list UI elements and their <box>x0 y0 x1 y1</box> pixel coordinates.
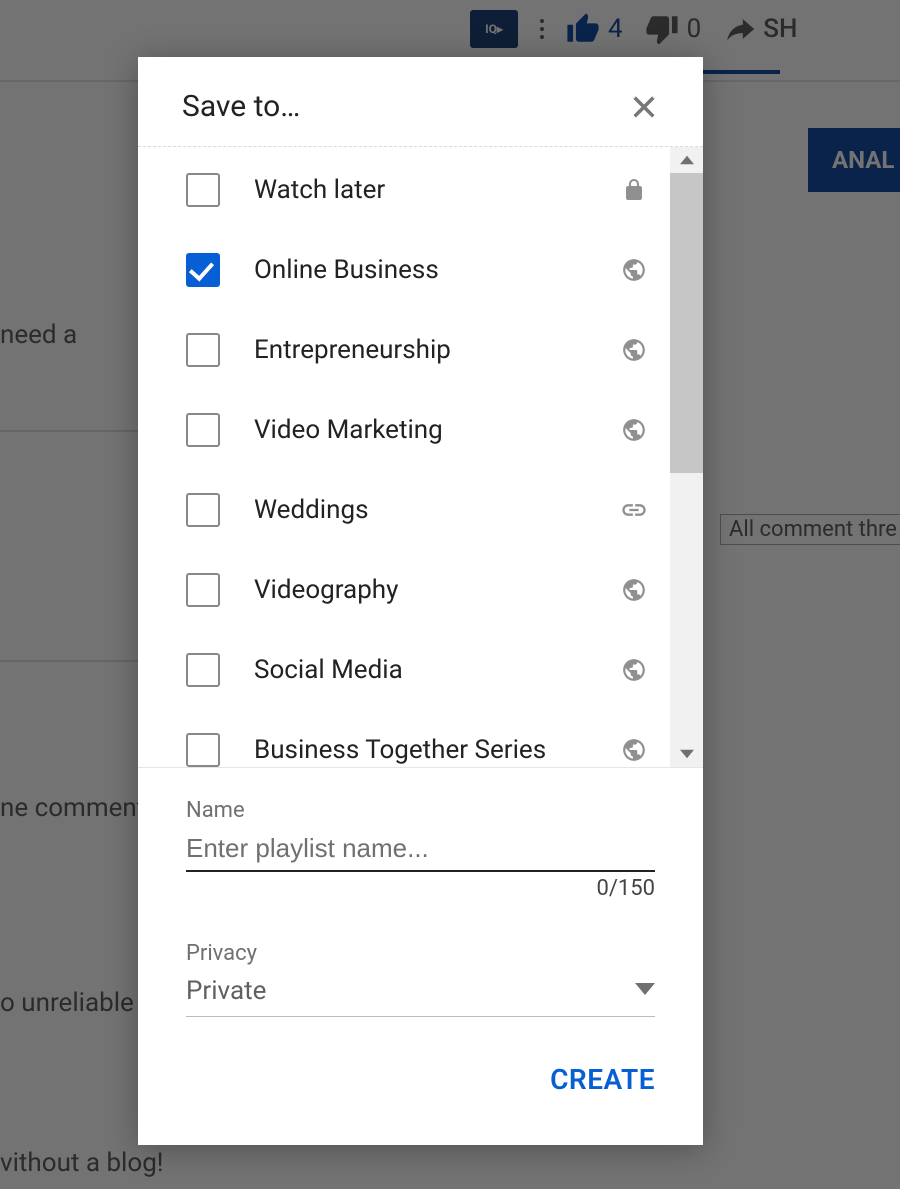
playlist-label: Business Together Series <box>254 735 586 765</box>
scrollbar-thumb[interactable] <box>670 173 703 473</box>
privacy-field-label: Privacy <box>186 941 655 966</box>
playlist-row[interactable]: Online Business <box>186 253 648 287</box>
scrollbar[interactable] <box>670 147 703 767</box>
playlist-name-input[interactable] <box>186 827 655 872</box>
lock-icon <box>620 176 648 204</box>
playlist-row[interactable]: Weddings <box>186 493 648 527</box>
create-playlist-section: Name 0/150 Privacy Private CREATE <box>138 767 703 1116</box>
playlist-label: Video Marketing <box>254 415 586 445</box>
playlist-label: Social Media <box>254 655 586 685</box>
playlist-row[interactable]: Video Marketing <box>186 413 648 447</box>
playlist-label: Entrepreneurship <box>254 335 586 365</box>
modal-title: Save to… <box>182 89 300 124</box>
playlist-row[interactable]: Videography <box>186 573 648 607</box>
playlist-label: Online Business <box>254 255 586 285</box>
playlist-label: Watch later <box>254 175 586 205</box>
globe-icon <box>620 576 648 604</box>
name-field-label: Name <box>186 798 655 823</box>
playlist-checkbox[interactable] <box>186 653 220 687</box>
close-button[interactable] <box>629 92 659 122</box>
playlist-checkbox[interactable] <box>186 253 220 287</box>
privacy-dropdown[interactable]: Private <box>186 970 655 1017</box>
name-char-counter: 0/150 <box>186 876 655 901</box>
link-icon <box>620 496 648 524</box>
playlist-row[interactable]: Entrepreneurship <box>186 333 648 367</box>
playlist-checkbox[interactable] <box>186 173 220 207</box>
playlist-checkbox[interactable] <box>186 573 220 607</box>
chevron-down-icon <box>635 976 655 1006</box>
playlist-row[interactable]: Social Media <box>186 653 648 687</box>
globe-icon <box>620 656 648 684</box>
playlist-checkbox[interactable] <box>186 333 220 367</box>
playlist-checkbox[interactable] <box>186 413 220 447</box>
scroll-up-arrow-icon[interactable] <box>670 147 703 173</box>
playlist-checkbox[interactable] <box>186 733 220 767</box>
playlist-checkbox[interactable] <box>186 493 220 527</box>
playlist-label: Weddings <box>254 495 586 525</box>
globe-icon <box>620 736 648 764</box>
globe-icon <box>620 416 648 444</box>
scroll-down-arrow-icon[interactable] <box>670 741 703 767</box>
playlist-list: Watch later Online Business Entrepreneursh… <box>138 147 670 767</box>
create-button[interactable]: CREATE <box>550 1063 655 1096</box>
globe-icon <box>620 336 648 364</box>
privacy-value: Private <box>186 976 266 1006</box>
save-to-playlist-modal: Save to… Watch later Online Business Entre… <box>138 57 703 1145</box>
playlist-row[interactable]: Watch later <box>186 173 648 207</box>
playlist-row[interactable]: Business Together Series <box>186 733 648 767</box>
playlist-label: Videography <box>254 575 586 605</box>
globe-icon <box>620 256 648 284</box>
